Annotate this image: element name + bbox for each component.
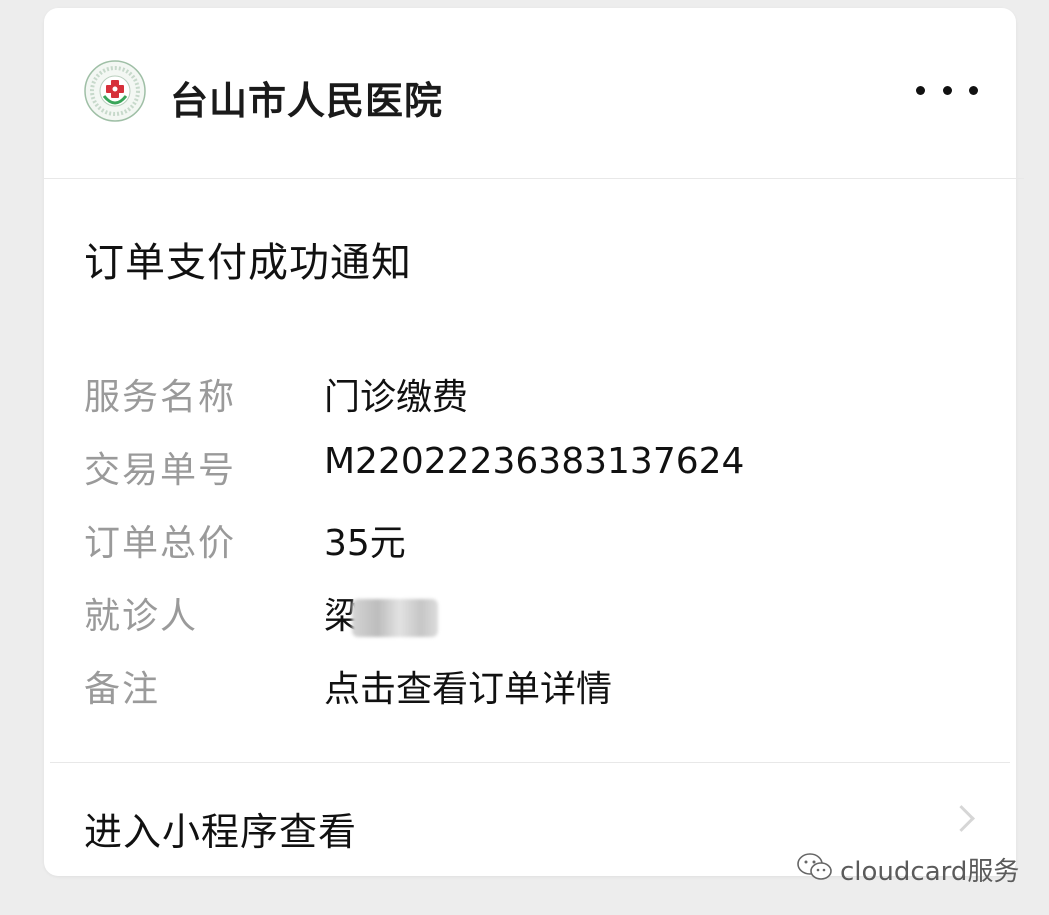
redaction-blur [352, 599, 439, 637]
org-name: 台山市人民医院 [170, 79, 444, 123]
field-label: 服务名称 [84, 377, 237, 418]
more-dots-icon[interactable] [912, 70, 982, 110]
header-divider [44, 178, 1024, 179]
more-dot [916, 85, 925, 95]
message-card[interactable]: 台山市人民医院 订单支付成功通知 服务名称 门诊缴费 交易单号 M2202223… [44, 8, 1024, 876]
card-header: 台山市人民医院 [44, 8, 1016, 178]
field-list: 服务名称 门诊缴费 交易单号 M22022236383137624 订单总价 3… [84, 368, 984, 733]
field-value: 35元 [324, 523, 406, 564]
field-row-total: 订单总价 35元 [84, 514, 984, 587]
field-label: 就诊人 [84, 596, 199, 637]
hospital-logo-icon [84, 60, 146, 122]
field-value: 门诊缴费 [324, 377, 469, 418]
wechat-icon [796, 852, 834, 886]
watermark: cloudcard服务 [796, 852, 1020, 887]
miniprogram-link-label: 进入小程序查看 [84, 810, 358, 854]
notice-title: 订单支付成功通知 [84, 240, 412, 286]
watermark-text: cloudcard服务 [840, 856, 1020, 887]
field-value: 点击查看订单详情 [324, 669, 613, 710]
more-dot [942, 85, 952, 95]
field-row-patient: 就诊人 梁 [84, 587, 984, 660]
more-dot [969, 85, 978, 95]
field-label: 交易单号 [84, 450, 237, 491]
field-value-patient: 梁 [324, 587, 439, 639]
field-row-transaction: 交易单号 M22022236383137624 [84, 441, 984, 514]
field-value: M22022236383137624 [324, 441, 745, 482]
field-row-remark: 备注 点击查看订单详情 [84, 660, 984, 733]
chevron-right-icon [948, 805, 975, 832]
field-label: 订单总价 [84, 523, 237, 564]
field-label: 备注 [84, 669, 161, 710]
field-row-service: 服务名称 门诊缴费 [84, 368, 984, 441]
